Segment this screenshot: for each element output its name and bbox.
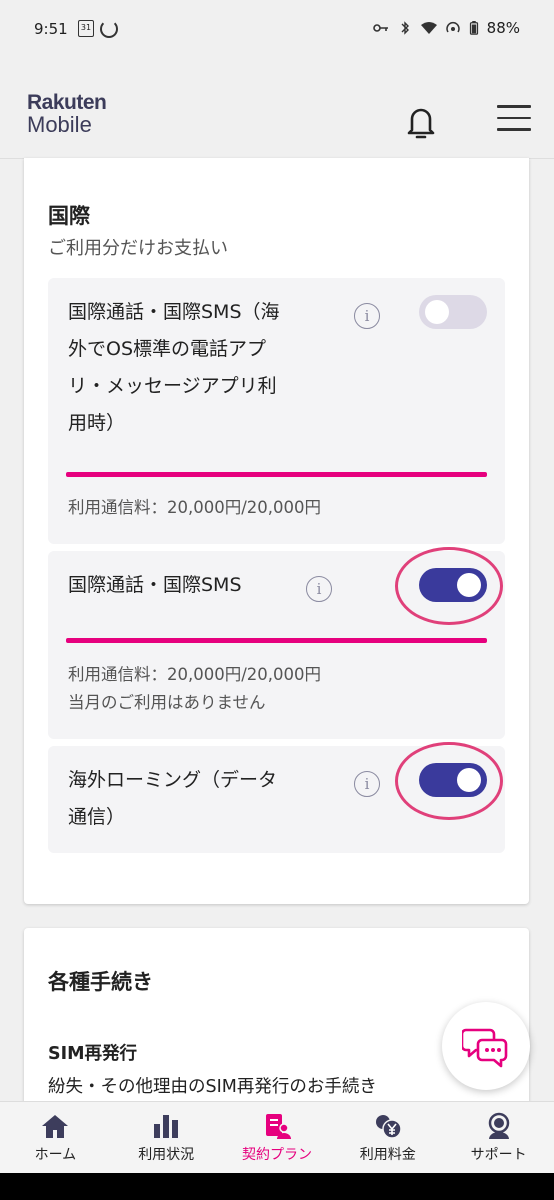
nav-support[interactable]: サポート [443,1102,554,1174]
bluetooth-icon [401,21,409,35]
vpn-key-icon [372,24,388,32]
section-title: 国際 [48,204,90,228]
chat-button[interactable] [442,1002,530,1090]
nav-usage[interactable]: 利用状況 [111,1102,222,1174]
intl-os-call-sms-toggle[interactable] [419,295,487,329]
section-subtitle: ご利用分だけお支払い [48,238,228,259]
sync-icon [100,20,118,38]
info-icon[interactable]: i [354,771,380,797]
notification-bell-icon[interactable] [404,102,438,142]
international-card: 国際 ご利用分だけお支払い 国際通話・国際SMS（海 外でOS標準の電話アプ リ… [24,158,529,904]
support-icon [488,1112,509,1139]
sim-reissue-description: 紛失・その他理由のSIM再発行のお手続き [48,1077,377,1097]
chat-bubbles-icon [462,1028,508,1068]
app-header: Rakuten Mobile [0,58,554,159]
yen-fee-icon [375,1115,402,1139]
procedures-title: 各種手続き [48,970,153,994]
bottom-nav: ホーム 利用状況 契約プラン 利用料金 サポート [0,1101,554,1174]
info-icon[interactable]: i [354,303,380,329]
sim-reissue-link[interactable]: SIM再発行 [48,1040,137,1065]
intl-call-sms-toggle[interactable] [419,568,487,602]
usage-progress-bar [66,638,487,643]
hamburger-menu-icon[interactable] [497,105,531,135]
status-time: 9:51 [34,20,68,38]
nav-home[interactable]: ホーム [0,1102,111,1174]
contract-plan-icon [265,1114,291,1139]
usage-progress-bar [66,472,487,477]
info-icon[interactable]: i [306,576,332,602]
intl-item-roaming: 海外ローミング（データ 通信） i [48,742,505,853]
calendar-icon: 31 [78,20,94,37]
hotspot-icon [445,22,460,33]
battery-icon [469,21,478,35]
battery-percent: 88% [486,19,520,37]
nav-fees[interactable]: 利用料金 [332,1102,443,1174]
intl-roaming-toggle[interactable] [419,763,487,797]
bar-chart-icon [154,1115,179,1138]
rakuten-mobile-logo[interactable]: Rakuten Mobile [27,92,107,136]
intl-item-os-call-sms: 国際通話・国際SMS（海 外でOS標準の電話アプ リ・メッセージアプリ利 用時）… [48,278,505,544]
status-bar: 9:51 31 88% [0,0,554,58]
nav-contract-plan[interactable]: 契約プラン [222,1102,333,1174]
wifi-icon [420,22,437,34]
home-icon [42,1115,69,1138]
intl-item-call-sms: 国際通話・国際SMS i 利用通信料：20,000円/20,000円 当月のご利… [48,547,505,739]
system-gesture-bar [0,1173,554,1200]
